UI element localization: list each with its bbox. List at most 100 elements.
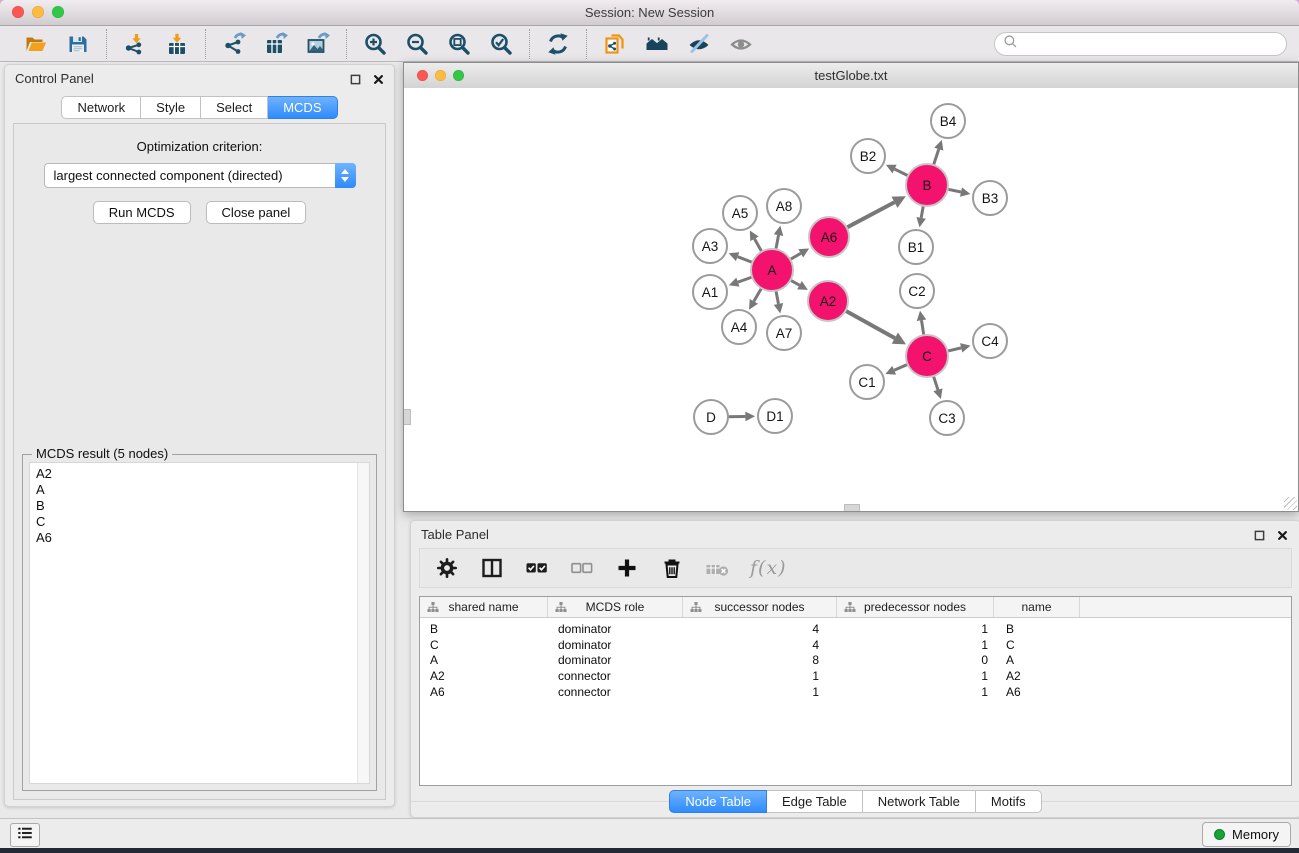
mcds-result-item[interactable]: A	[36, 482, 369, 498]
toolbar-group	[346, 29, 529, 59]
graph-node-D1[interactable]: D1	[758, 399, 792, 433]
graph-node-C2[interactable]: C2	[900, 274, 934, 308]
table-cell: dominator	[548, 622, 683, 636]
graph-node-C1[interactable]: C1	[850, 365, 884, 399]
column-header[interactable]: predecessor nodes	[837, 597, 994, 617]
zoom-fit-icon[interactable]	[446, 31, 472, 57]
splitter-handle-left[interactable]	[404, 409, 411, 425]
home-icon[interactable]	[644, 31, 670, 57]
run-mcds-button[interactable]: Run MCDS	[93, 201, 191, 224]
graph-node-A3[interactable]: A3	[693, 229, 727, 263]
deselect-all-icon[interactable]	[570, 556, 594, 580]
graph-node-C3[interactable]: C3	[930, 401, 964, 435]
zoom-selected-icon[interactable]	[488, 31, 514, 57]
tab-select[interactable]: Select	[201, 96, 268, 119]
resize-grip-icon[interactable]	[1284, 497, 1297, 510]
save-session-icon[interactable]	[65, 31, 91, 57]
mcds-result-item[interactable]: A6	[36, 530, 369, 546]
table-cell: dominator	[548, 638, 683, 652]
graph-node-B2[interactable]: B2	[851, 139, 885, 173]
mcds-result-item[interactable]: C	[36, 514, 369, 530]
graph-node-D[interactable]: D	[694, 400, 728, 434]
table-row[interactable]: A6connector11A6	[420, 684, 1291, 700]
tab-mcds[interactable]: MCDS	[268, 96, 337, 119]
export-network-icon[interactable]	[221, 31, 247, 57]
tab-network-table[interactable]: Network Table	[863, 790, 976, 813]
table-cell: A2	[420, 669, 548, 683]
close-panel-icon[interactable]	[372, 73, 384, 85]
mcds-result-list[interactable]: A2ABCA6	[29, 462, 370, 784]
graph-node-A[interactable]: A	[751, 249, 793, 291]
column-header[interactable]: successor nodes	[683, 597, 837, 617]
select-all-icon[interactable]	[525, 556, 549, 580]
graph-edge[interactable]	[844, 310, 895, 338]
table-cell: A6	[420, 685, 548, 699]
graph-node-A7[interactable]: A7	[767, 316, 801, 350]
graph-node-B4[interactable]: B4	[931, 104, 965, 138]
graph-edge[interactable]	[845, 202, 895, 228]
refresh-icon[interactable]	[545, 31, 571, 57]
toolbar-group	[205, 29, 346, 59]
column-header[interactable]: name	[994, 597, 1080, 617]
task-history-button[interactable]	[10, 823, 40, 847]
tab-motifs[interactable]: Motifs	[976, 790, 1042, 813]
import-network-icon[interactable]	[122, 31, 148, 57]
column-header[interactable]: MCDS role	[548, 597, 683, 617]
network-view-window: testGlobe.txt B4B2BB3A8A5A6A3B1AA1C2A2A4…	[403, 62, 1299, 512]
table-row[interactable]: Cdominator41C	[420, 637, 1291, 653]
tab-edge-table[interactable]: Edge Table	[767, 790, 863, 813]
table-cell: A2	[994, 669, 1080, 683]
column-type-icon	[555, 601, 567, 616]
import-table-icon[interactable]	[164, 31, 190, 57]
close-panel-icon[interactable]	[1276, 529, 1288, 541]
graph-node-C[interactable]: C	[906, 335, 948, 377]
gear-icon[interactable]	[435, 556, 459, 580]
graph-node-A5[interactable]: A5	[723, 196, 757, 230]
hide-graphics-icon[interactable]	[686, 31, 712, 57]
graph-node-A6[interactable]: A6	[809, 217, 849, 257]
float-panel-icon[interactable]	[1253, 529, 1265, 541]
mcds-result-item[interactable]: A2	[36, 466, 369, 482]
add-column-icon[interactable]	[615, 556, 639, 580]
splitter-handle-bottom[interactable]	[844, 504, 860, 511]
graph-node-B[interactable]: B	[906, 164, 948, 206]
graph-node-A4[interactable]: A4	[722, 310, 756, 344]
table-row[interactable]: Bdominator41B	[420, 621, 1291, 637]
close-panel-button[interactable]: Close panel	[206, 201, 307, 224]
export-image-icon[interactable]	[305, 31, 331, 57]
graph-node-A8[interactable]: A8	[767, 189, 801, 223]
zoom-out-icon[interactable]	[404, 31, 430, 57]
delete-column-icon[interactable]	[660, 556, 684, 580]
tab-style[interactable]: Style	[141, 96, 201, 119]
export-table-icon[interactable]	[263, 31, 289, 57]
copy-network-icon[interactable]	[602, 31, 628, 57]
graph-node-C4[interactable]: C4	[973, 324, 1007, 358]
search-box[interactable]	[994, 32, 1287, 56]
criterion-select[interactable]: largest connected component (directed)	[44, 163, 356, 188]
table-row[interactable]: A2connector11A2	[420, 668, 1291, 684]
tab-network[interactable]: Network	[61, 96, 141, 119]
column-header[interactable]: shared name	[420, 597, 548, 617]
graph-node-B3[interactable]: B3	[973, 181, 1007, 215]
mcds-result-item[interactable]: B	[36, 498, 369, 514]
network-canvas[interactable]: B4 B2 B B3 A8 A5 A6 A3 B1 A A1 C2 A2 A4 A7 C4 C C1 C3 D D1	[404, 88, 1298, 511]
main-toolbar	[0, 26, 1299, 62]
control-panel-tabs: NetworkStyleSelectMCDS	[5, 96, 394, 119]
table-cell: 8	[683, 653, 837, 667]
open-session-icon[interactable]	[23, 31, 49, 57]
graph-node-A2[interactable]: A2	[808, 281, 848, 321]
svg-text:A3: A3	[702, 239, 719, 254]
graph-node-B1[interactable]: B1	[899, 230, 933, 264]
graph-svg: B4 B2 B B3 A8 A5 A6 A3 B1 A A1 C2 A2 A4 A7 C4 C C1 C3 D D1	[404, 88, 1298, 511]
columns-icon[interactable]	[480, 556, 504, 580]
result-scrollbar[interactable]	[357, 463, 369, 783]
zoom-in-icon[interactable]	[362, 31, 388, 57]
table-row[interactable]: Adominator80A	[420, 653, 1291, 669]
float-panel-icon[interactable]	[349, 73, 361, 85]
tab-node-table[interactable]: Node Table	[669, 790, 767, 813]
memory-button[interactable]: Memory	[1202, 822, 1291, 847]
table-toolbar: f(x)	[419, 548, 1292, 588]
show-graphics-icon[interactable]	[728, 31, 754, 57]
search-input[interactable]	[1023, 35, 1278, 52]
graph-node-A1[interactable]: A1	[693, 275, 727, 309]
